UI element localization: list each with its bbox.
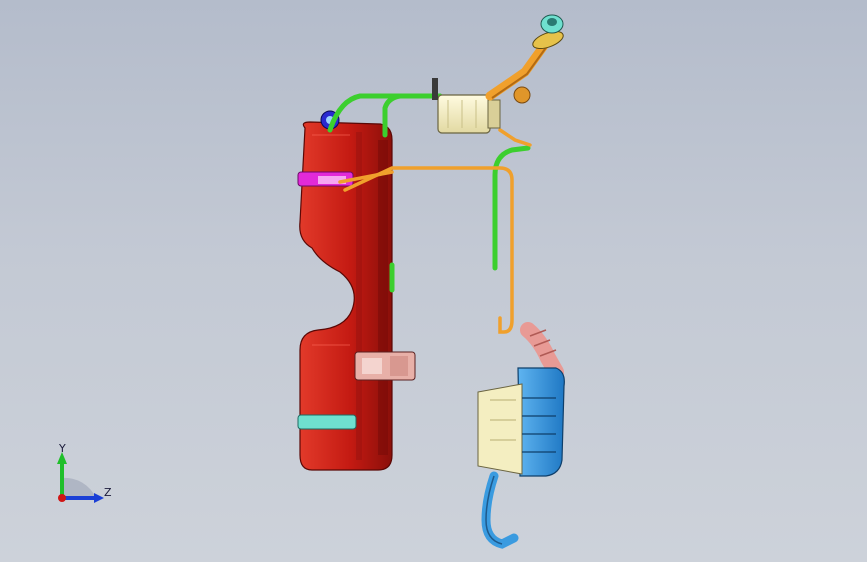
- fuel-valve-assembly[interactable]: [354, 351, 416, 381]
- triad-arc: [62, 477, 96, 498]
- carbon-canister[interactable]: [432, 78, 501, 134]
- coordinate-triad: Y Z: [57, 442, 112, 503]
- exhaust-flex-pipe[interactable]: [520, 322, 564, 380]
- z-axis-arrow: [94, 493, 104, 503]
- muffler[interactable]: [477, 367, 565, 477]
- filler-neck[interactable]: [485, 14, 565, 104]
- cad-viewport[interactable]: Y Z: [0, 0, 867, 562]
- y-axis-label: Y: [58, 442, 66, 455]
- tank-strap-rear[interactable]: [297, 414, 357, 430]
- z-axis-label: Z: [104, 486, 112, 499]
- tank-strap-front[interactable]: [297, 171, 354, 187]
- tail-pipe[interactable]: [481, 471, 519, 549]
- origin-marker: [58, 494, 66, 502]
